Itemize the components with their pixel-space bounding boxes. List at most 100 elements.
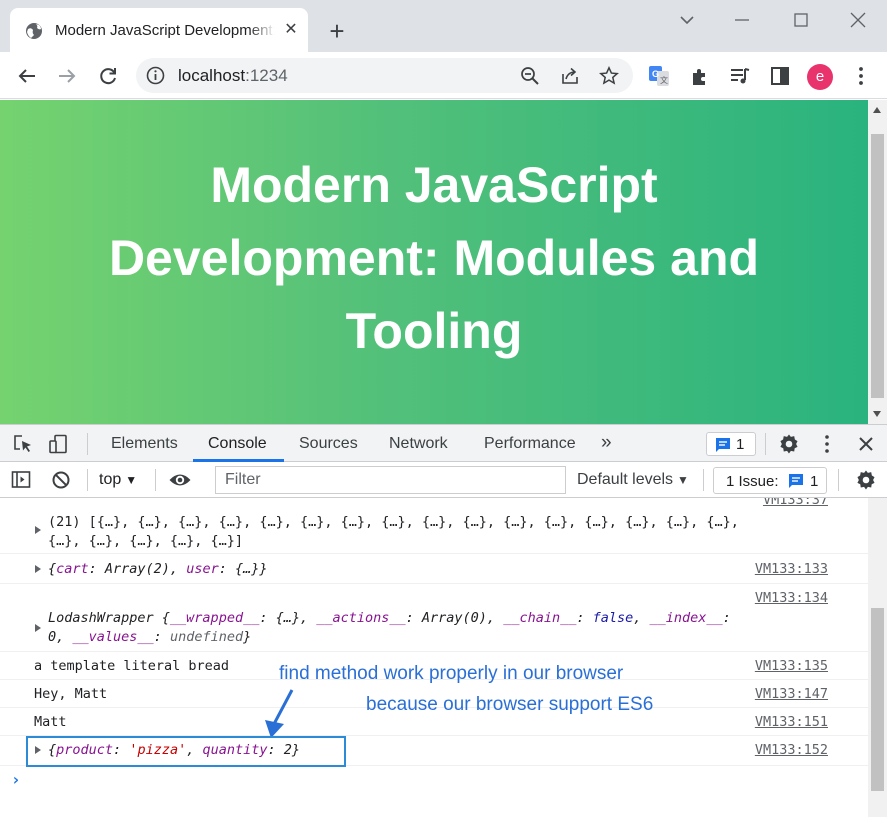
heading-line: Development: Modules and bbox=[108, 230, 760, 286]
window-close-icon[interactable] bbox=[843, 10, 873, 30]
annotation-text: because our browser support ES6 bbox=[366, 694, 654, 715]
url-port: :1234 bbox=[245, 66, 288, 85]
forward-arrow-icon[interactable] bbox=[55, 64, 79, 88]
issue-message-icon bbox=[789, 474, 803, 488]
minimize-icon[interactable] bbox=[727, 10, 757, 30]
scroll-down-arrow-icon[interactable] bbox=[873, 411, 881, 417]
tab-close-icon[interactable]: ✕ bbox=[282, 21, 300, 39]
console-message: {cart: Array(2), user: {…}} VM133:133 bbox=[0, 554, 868, 584]
tab-console[interactable]: Console bbox=[208, 435, 267, 453]
issue-message-icon bbox=[716, 438, 730, 452]
context-label: top bbox=[99, 471, 122, 488]
separator bbox=[838, 469, 839, 491]
scroll-up-arrow-icon[interactable] bbox=[873, 107, 881, 113]
tab-sources[interactable]: Sources bbox=[299, 435, 358, 453]
expand-triangle-icon[interactable] bbox=[35, 565, 41, 573]
extensions-puzzle-icon[interactable] bbox=[689, 65, 711, 87]
console-text: {…}, {…}, {…}, {…}, {…}] bbox=[48, 533, 244, 549]
issues-pill-button[interactable]: 1 bbox=[706, 432, 756, 456]
share-icon[interactable] bbox=[560, 66, 580, 86]
browser-toolbar: localhost:1234 G 文 e bbox=[0, 52, 887, 99]
live-expression-eye-icon[interactable] bbox=[168, 470, 192, 490]
maximize-icon[interactable] bbox=[786, 10, 816, 30]
console-toolbar: top▼ Default levels▼ 1 Issue: 1 bbox=[0, 462, 887, 498]
log-levels-dropdown[interactable]: Default levels ▼ bbox=[577, 471, 689, 489]
console-text: {cart: Array(2), user: {…}} bbox=[48, 561, 268, 577]
zoom-out-icon[interactable] bbox=[520, 66, 540, 86]
back-arrow-icon[interactable] bbox=[15, 64, 39, 88]
source-link[interactable]: VM133:135 bbox=[755, 656, 828, 676]
console-text: LodashWrapper {__wrapped__: {…}, __actio… bbox=[48, 610, 731, 626]
annotation-text: find method work properly in our browser bbox=[279, 663, 624, 684]
google-translate-icon[interactable]: G 文 bbox=[648, 65, 670, 87]
console-scrollbar-thumb[interactable] bbox=[871, 608, 884, 791]
chevron-down-icon: ▼ bbox=[677, 473, 689, 487]
separator bbox=[87, 433, 88, 455]
console-text: Hey, Matt bbox=[34, 686, 108, 702]
page-scrollbar[interactable] bbox=[868, 100, 887, 424]
chevron-down-icon: ▼ bbox=[125, 473, 138, 487]
console-prompt[interactable]: › bbox=[11, 770, 21, 789]
device-toolbar-icon[interactable] bbox=[48, 434, 68, 454]
clear-console-icon[interactable] bbox=[51, 470, 71, 490]
source-link[interactable]: VM133:134 bbox=[755, 588, 828, 608]
reload-icon[interactable] bbox=[96, 64, 120, 88]
issues-label: 1 Issue: bbox=[726, 473, 779, 490]
console-filter-input[interactable] bbox=[215, 466, 566, 494]
url-text[interactable]: localhost:1234 bbox=[178, 66, 288, 86]
new-tab-button[interactable]: + bbox=[322, 16, 352, 46]
annotation-arrow-icon bbox=[265, 689, 294, 738]
tab-search-chevron-icon[interactable] bbox=[672, 10, 702, 30]
console-text: Matt bbox=[34, 714, 67, 730]
separator bbox=[765, 433, 766, 455]
separator bbox=[703, 469, 704, 491]
console-scrollbar[interactable] bbox=[868, 498, 887, 817]
console-text: a template literal bread bbox=[34, 658, 230, 674]
profile-avatar[interactable]: e bbox=[807, 64, 833, 90]
svg-text:文: 文 bbox=[660, 75, 668, 85]
issue-count: 1 bbox=[736, 436, 745, 453]
heading-line: Modern JavaScript bbox=[210, 157, 658, 213]
issues-counter-button[interactable]: 1 Issue: 1 bbox=[713, 467, 827, 494]
heading-line: Tooling bbox=[345, 303, 523, 359]
more-tabs-button[interactable]: » bbox=[601, 432, 612, 454]
source-link[interactable]: VM133:151 bbox=[755, 712, 828, 732]
highlight-box bbox=[26, 736, 346, 767]
bookmark-star-icon[interactable] bbox=[599, 66, 619, 86]
media-queue-icon[interactable] bbox=[729, 65, 751, 87]
source-link[interactable]: VM133:37 bbox=[763, 498, 828, 510]
expand-triangle-icon[interactable] bbox=[35, 526, 41, 534]
source-link[interactable]: VM133:152 bbox=[755, 740, 828, 760]
browser-tab[interactable]: Modern JavaScript Development: Modules a… bbox=[10, 8, 308, 52]
page-hero: Modern JavaScript Development: Modules a… bbox=[0, 100, 868, 424]
inspect-element-icon[interactable] bbox=[13, 434, 33, 454]
context-selector[interactable]: top ▼ bbox=[99, 471, 137, 489]
source-link[interactable]: VM133:147 bbox=[755, 684, 828, 704]
svg-text:G: G bbox=[652, 69, 659, 79]
tab-strip: Modern JavaScript Development: Modules a… bbox=[0, 0, 887, 52]
source-link[interactable]: VM133:133 bbox=[755, 559, 828, 579]
globe-icon bbox=[26, 23, 42, 39]
devtools-close-icon[interactable] bbox=[856, 434, 876, 454]
address-bar[interactable]: localhost:1234 bbox=[136, 58, 633, 93]
expand-triangle-icon[interactable] bbox=[35, 624, 41, 632]
separator bbox=[87, 469, 88, 491]
browser-menu-icon[interactable] bbox=[850, 65, 872, 87]
tab-performance[interactable]: Performance bbox=[484, 435, 576, 453]
console-message: VM133:134 LodashWrapper {__wrapped__: {…… bbox=[0, 584, 868, 652]
devtools-menu-icon[interactable] bbox=[817, 434, 837, 454]
tab-network[interactable]: Network bbox=[389, 435, 448, 453]
side-panel-icon[interactable] bbox=[769, 65, 791, 87]
page-scrollbar-thumb[interactable] bbox=[871, 134, 884, 398]
site-info-icon[interactable] bbox=[146, 66, 165, 85]
console-text: (21) [{…}, {…}, {…}, {…}, {…}, {…}, {…},… bbox=[48, 514, 739, 530]
settings-gear-icon[interactable] bbox=[779, 434, 799, 454]
console-message: VM133:37 (21) [{…}, {…}, {…}, {…}, {…}, … bbox=[0, 498, 868, 554]
console-sidebar-toggle-icon[interactable] bbox=[11, 470, 31, 490]
console-output: VM133:37 (21) [{…}, {…}, {…}, {…}, {…}, … bbox=[0, 498, 868, 817]
tab-elements[interactable]: Elements bbox=[111, 435, 178, 453]
levels-label: Default levels bbox=[577, 471, 674, 488]
tab-title: Modern JavaScript Development: Modules a… bbox=[55, 22, 275, 39]
page-heading: Modern JavaScript Development: Modules a… bbox=[0, 149, 868, 368]
console-settings-gear-icon[interactable] bbox=[856, 470, 876, 490]
